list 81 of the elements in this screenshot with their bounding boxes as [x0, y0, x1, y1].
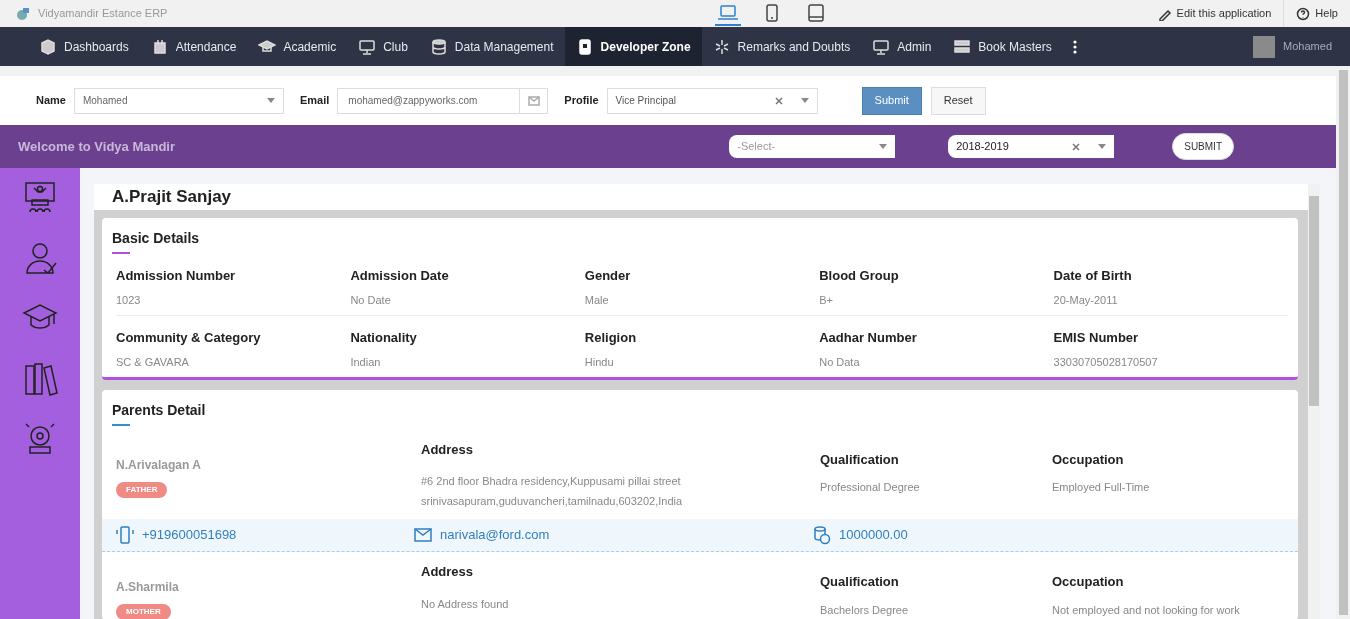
scrollbar[interactable] [1308, 184, 1320, 619]
field-value: Not employed and not looking for work [1052, 602, 1241, 618]
envelope-icon [414, 528, 432, 542]
field-label: Occupation [1052, 573, 1125, 591]
field-label: Qualification [820, 573, 900, 591]
app-icon [14, 6, 30, 21]
field-value: 20-May-2011 [1053, 293, 1119, 308]
field-label: Admission Number [116, 266, 237, 285]
field-value: No Address found [421, 596, 510, 612]
email-field[interactable]: mohamed@zappyworks.com [337, 87, 549, 114]
welcome-text: Welcome to Vidya Mandir [18, 137, 175, 156]
income-amount: 1000000.00 [839, 526, 908, 545]
field-label: Nationality [350, 328, 418, 347]
monitor-icon [872, 37, 891, 56]
field-value: Male [584, 293, 610, 308]
field-value: Professional Degree [820, 480, 921, 495]
field-label: Date of Birth [1053, 266, 1133, 285]
nav-item[interactable]: Book Masters [942, 27, 1063, 66]
field-label: Blood Group [819, 266, 900, 285]
nav-item[interactable]: Academic [247, 27, 348, 66]
coins-icon [813, 525, 831, 545]
reset-button[interactable]: Reset [930, 86, 986, 115]
field-value: 1023 [116, 293, 142, 308]
field-value: Bachelors Degree [820, 602, 910, 618]
parent-name: A.Sharmila [116, 579, 180, 596]
avatar-placeholder [1253, 35, 1276, 58]
banner-submit-button[interactable]: SUBMIT [1172, 133, 1234, 160]
section-title: Basic Details [112, 228, 200, 248]
app-title: Vidyamandir Estance ERP [38, 6, 168, 22]
field-label: Address [421, 563, 475, 581]
section-title: Parents Detail [112, 400, 206, 420]
database-icon [429, 37, 448, 56]
field-label: Aadhar Number [819, 328, 918, 347]
field-value: #6 2nd floor Bhadra residency,Kuppusami pillai street srinivasapuram,guduvancheri,tamilnadu,603202,India [421, 474, 684, 509]
field-label: Community & Category [116, 328, 262, 347]
field-label: Admission Date [350, 266, 450, 285]
parent-name: N.Arivalagan A [116, 456, 202, 474]
clear-icon [1072, 142, 1081, 151]
field-value: Employed Full-Time [1052, 480, 1151, 495]
bookshelf-icon [953, 37, 972, 56]
monitor-icon [358, 37, 377, 56]
name-select[interactable]: Mohamed [73, 87, 284, 114]
field-label: Religion [584, 328, 638, 347]
nav-item[interactable]: Club [347, 27, 419, 66]
cube-icon [39, 37, 57, 56]
user-name: Mohamed [1283, 39, 1332, 55]
phone-icon [116, 525, 134, 545]
laptop-icon [716, 3, 739, 22]
nav-item[interactable]: Developer Zone [564, 27, 702, 66]
field-value: 33030705028170507 [1053, 355, 1159, 370]
field-value: No Date [350, 293, 392, 308]
student-name: A.Prajit Sanjay [94, 184, 1308, 210]
relation-tag: MOTHER [116, 604, 171, 619]
year-select[interactable]: 2018-2019 [948, 135, 1115, 158]
profile-label: Profile [564, 93, 599, 109]
nav-item[interactable]: Dashboards [28, 27, 140, 66]
field-value: No Data [819, 355, 861, 370]
field-label: Qualification [820, 450, 900, 469]
clear-icon [774, 96, 783, 105]
field-value: Hindu [584, 355, 615, 370]
nav-item[interactable]: Data Management [418, 27, 565, 66]
books-icon [22, 360, 58, 396]
profile-select[interactable]: Vice Principal [606, 87, 818, 114]
name-label: Name [36, 93, 66, 109]
field-label: Gender [584, 266, 632, 285]
email-label: Email [299, 93, 330, 109]
nav-item[interactable]: Remarks and Doubts [701, 27, 862, 66]
field-label: Occupation [1052, 450, 1125, 469]
field-label: Address [421, 440, 475, 459]
envelope-icon [527, 95, 540, 106]
nav-item[interactable]: Attendance [139, 27, 248, 66]
email-address: narivala@ford.com [440, 526, 550, 545]
relation-tag: FATHER [116, 481, 168, 498]
field-value: SC & GAVARA [116, 355, 190, 370]
help-icon [1296, 6, 1311, 21]
edit-link[interactable]: Edit this application [1145, 0, 1284, 27]
field-value: B+ [819, 293, 834, 308]
nav-item[interactable]: Admin [861, 27, 943, 66]
phone-number: +919600051698 [142, 526, 237, 545]
field-label: EMIS Number [1053, 328, 1140, 347]
field-value: Indian [350, 355, 382, 370]
